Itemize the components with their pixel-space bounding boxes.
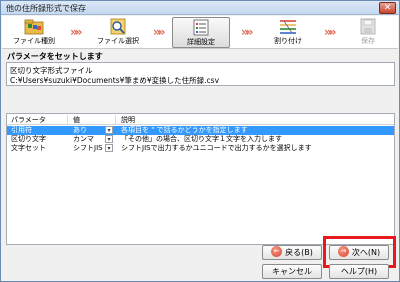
disk-icon [360, 18, 376, 35]
file-info-box: 区切り文字形式ファイル C:¥Users¥suzuki¥Documents¥筆ま… [6, 62, 395, 86]
step-mapping[interactable]: 割り付け [260, 17, 316, 48]
step-save: 保存 [340, 17, 396, 48]
step-arrow: »» [70, 25, 83, 39]
section-heading: パラメータをセットします [7, 52, 103, 61]
step-arrow: »» [153, 25, 166, 39]
step-label: 保存 [361, 37, 375, 45]
value-dropdown-button[interactable]: ▾ [105, 126, 113, 134]
parameter-table: パラメータ 値 説明 引用符 あり ▾ 各項目を " で括るかどうかを指定します… [6, 113, 395, 245]
param-description: シフトJISで出力するかユニコードで出力するかを選択します [121, 144, 312, 152]
table-header: パラメータ 値 説明 [7, 114, 394, 125]
settings-list-icon [193, 19, 209, 36]
mapping-icon [280, 20, 296, 34]
step-file-select[interactable]: ファイル選択 [90, 17, 146, 48]
column-divider[interactable] [115, 115, 116, 124]
title-bar[interactable]: 他の住所録形式で保存 ✕ [1, 1, 399, 15]
table-row[interactable]: 文字セット シフトJIS ▾ シフトJISで出力するかユニコードで出力するかを選… [7, 144, 394, 153]
file-path-text: C:¥Users¥suzuki¥Documents¥筆まめ¥変換した住所録.cs… [10, 76, 220, 85]
value-dropdown-button[interactable]: ▾ [105, 144, 113, 152]
column-divider[interactable] [67, 115, 68, 124]
param-name: 引用符 [11, 126, 32, 134]
param-description: 「その他」の場合、区切り文字１文字を入力します [121, 135, 282, 143]
folder-icon [24, 19, 44, 35]
step-arrow: »» [324, 25, 337, 39]
wizard-steps: ファイル種別 »» ファイル選択 »» 詳細設定 »» 割り付け »» 保存 [2, 16, 398, 49]
table-row[interactable]: 引用符 あり ▾ 各項目を " で括るかどうかを指定します [7, 126, 394, 135]
left-arrow-icon: ← [271, 246, 283, 257]
param-description: 各項目を " で括るかどうかを指定します [121, 126, 248, 134]
step-details[interactable]: 詳細設定 [172, 17, 230, 48]
back-button-label: 戻る(B) [285, 248, 313, 257]
table-row[interactable]: 区切り文字 カンマ ▾ 「その他」の場合、区切り文字１文字を入力します [7, 135, 394, 144]
search-file-icon [110, 18, 126, 35]
step-file-type[interactable]: ファイル種別 [6, 17, 62, 48]
step-label: 割り付け [274, 37, 302, 45]
value-dropdown-button[interactable]: ▾ [105, 135, 113, 143]
step-label: 詳細設定 [187, 38, 215, 46]
window-title: 他の住所録形式で保存 [6, 4, 86, 13]
param-value: あり [73, 126, 87, 134]
param-value: シフトJIS [73, 144, 103, 152]
column-header-value[interactable]: 値 [73, 115, 80, 125]
help-button[interactable]: ヘルプ(H) [329, 264, 389, 279]
back-button[interactable]: ← 戻る(B) [262, 245, 322, 260]
cancel-button[interactable]: キャンセル [262, 264, 322, 279]
save-dialog-window: 他の住所録形式で保存 ✕ ファイル種別 »» ファイル選択 »» 詳細設定 »»… [0, 0, 400, 282]
step-arrow: »» [241, 25, 254, 39]
column-header-desc[interactable]: 説明 [121, 115, 135, 125]
step-label: ファイル種別 [13, 37, 55, 45]
param-value: カンマ [73, 135, 94, 143]
close-button[interactable]: ✕ [379, 2, 396, 14]
column-header-param[interactable]: パラメータ [11, 115, 46, 125]
step-label: ファイル選択 [97, 37, 139, 45]
param-name: 区切り文字 [11, 135, 46, 143]
param-name: 文字セット [11, 144, 46, 152]
